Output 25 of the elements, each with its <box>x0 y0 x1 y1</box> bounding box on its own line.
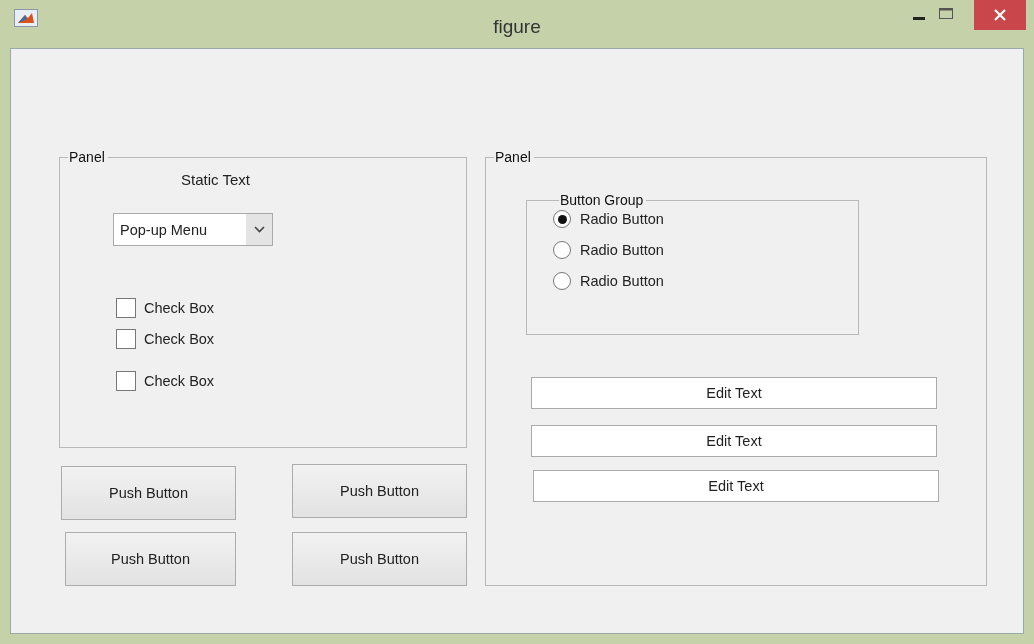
edit-text-field[interactable]: Edit Text <box>531 425 937 457</box>
edit-text-field[interactable]: Edit Text <box>531 377 937 409</box>
panel-title: Panel <box>68 149 106 165</box>
checkbox[interactable]: Check Box <box>116 298 215 318</box>
window-title: figure <box>492 16 542 38</box>
radio-button[interactable]: Radio Button <box>553 241 664 259</box>
panel-title: Panel <box>494 149 532 165</box>
app-icon <box>14 9 38 27</box>
checkbox[interactable]: Check Box <box>116 371 215 391</box>
button-group-title: Button Group <box>559 192 645 208</box>
push-button[interactable]: Push Button <box>61 466 236 520</box>
static-text: Static Text <box>181 171 250 188</box>
push-button[interactable]: Push Button <box>292 532 467 586</box>
push-button[interactable]: Push Button <box>65 532 236 586</box>
radio-button[interactable]: Radio Button <box>553 210 664 228</box>
close-button[interactable] <box>974 0 1026 30</box>
checkbox[interactable]: Check Box <box>116 329 215 349</box>
edit-text-field[interactable]: Edit Text <box>533 470 939 502</box>
close-icon <box>994 9 1006 21</box>
radio-button[interactable]: Radio Button <box>553 272 664 290</box>
popup-menu[interactable]: Pop-up Menu <box>113 213 273 246</box>
chevron-down-icon <box>253 226 265 233</box>
push-button[interactable]: Push Button <box>292 464 467 518</box>
maximize-icon <box>939 7 953 19</box>
minimize-icon <box>913 17 925 21</box>
